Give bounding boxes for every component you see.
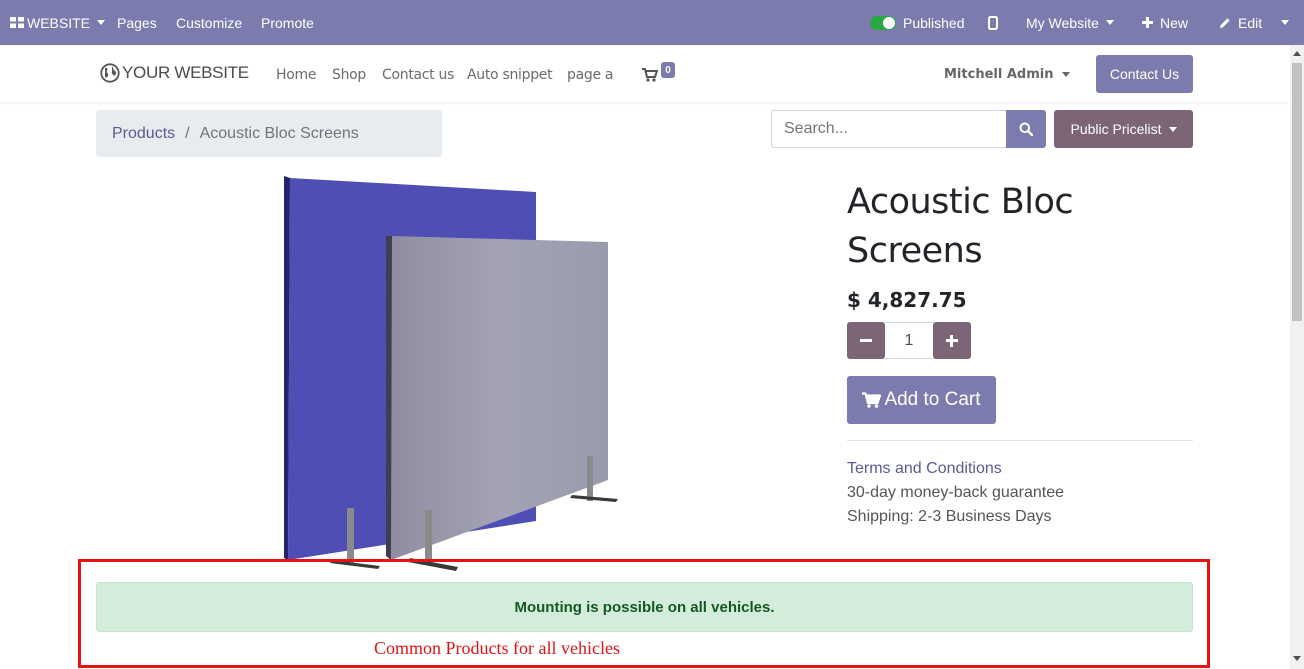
shipping-text: Shipping: 2-3 Business Days: [847, 508, 1052, 525]
site-header: YOUR WEBSITE Home Shop Contact us Auto s…: [0, 45, 1290, 102]
shopping-cart-icon: [642, 68, 658, 82]
breadcrumb: Products / Acoustic Bloc Screens: [96, 110, 442, 157]
pricelist-dropdown[interactable]: Public Pricelist: [1054, 110, 1193, 148]
nav-page-a[interactable]: page a: [567, 67, 614, 83]
user-name: Mitchell Admin: [944, 67, 1054, 82]
mobile-preview-button[interactable]: [988, 0, 998, 45]
product-title: Acoustic Bloc Screens: [847, 178, 1074, 276]
quantity-decrease-button[interactable]: [847, 322, 885, 359]
chevron-down-icon: [1281, 20, 1289, 25]
promote-label: Promote: [261, 14, 314, 31]
minus-icon: [860, 339, 872, 342]
contact-us-label: Contact Us: [1109, 66, 1180, 82]
annotation-caption: Common Products for all vehicles: [374, 638, 620, 658]
product-price: $ 4,827.75: [847, 288, 967, 312]
terms-link[interactable]: Terms and Conditions: [847, 460, 1002, 478]
customize-label: Customize: [176, 14, 243, 31]
new-label: New: [1160, 14, 1189, 31]
published-toggle[interactable]: Published: [870, 0, 965, 45]
app-menu-label: WEBSITE: [27, 14, 91, 31]
chevron-down-icon: [97, 20, 106, 25]
scrollbar-thumb[interactable]: [1292, 63, 1302, 321]
chevron-down-icon: [1168, 126, 1177, 132]
published-label: Published: [903, 14, 965, 31]
product-title-line1: Acoustic Bloc: [847, 182, 1074, 222]
quantity-input[interactable]: [885, 322, 933, 359]
app-menu-button[interactable]: WEBSITE: [10, 0, 106, 45]
site-selector[interactable]: My Website: [1026, 0, 1114, 45]
quantity-increase-button[interactable]: [933, 322, 971, 359]
contact-us-button[interactable]: Contact Us: [1096, 55, 1193, 93]
chevron-down-icon: [1062, 72, 1071, 77]
page-scrollbar[interactable]: [1290, 45, 1304, 669]
divider: [847, 440, 1193, 441]
nav-contact-us[interactable]: Contact us: [382, 67, 454, 83]
pages-label: Pages: [117, 14, 157, 31]
grid-icon: [10, 17, 24, 28]
search-group: [771, 110, 1046, 148]
breadcrumb-separator: /: [185, 124, 190, 142]
edit-button[interactable]: Edit: [1219, 0, 1262, 45]
nav-shop[interactable]: Shop: [332, 67, 366, 83]
breadcrumb-current: Acoustic Bloc Screens: [199, 124, 359, 142]
scroll-down-arrow-icon[interactable]: [1293, 656, 1301, 661]
search-button[interactable]: [1006, 110, 1046, 148]
product-title-line2: Screens: [847, 231, 983, 271]
scroll-up-arrow-icon[interactable]: [1293, 51, 1301, 56]
toggle-switch-icon: [870, 15, 896, 30]
user-menu[interactable]: Mitchell Admin: [944, 67, 1071, 82]
guarantee-text: 30-day money-back guarantee: [847, 484, 1065, 501]
customize-menu[interactable]: Customize: [176, 0, 242, 45]
pricelist-label: Public Pricelist: [1070, 121, 1162, 137]
product-image[interactable]: [270, 168, 630, 578]
breadcrumb-products-link[interactable]: Products: [112, 125, 175, 143]
site-selector-label: My Website: [1026, 14, 1099, 31]
mobile-icon: [988, 15, 998, 30]
shopping-cart-icon: [862, 392, 882, 408]
edit-dropdown-toggle[interactable]: [1281, 0, 1289, 45]
add-to-cart-label: Add to Cart: [884, 389, 981, 410]
logo-text: YOUR WEBSITE: [122, 63, 249, 82]
edit-label: Edit: [1238, 14, 1263, 31]
new-button[interactable]: New: [1142, 0, 1188, 45]
site-logo[interactable]: YOUR WEBSITE: [100, 63, 249, 83]
plus-icon: [1142, 17, 1153, 28]
search-icon: [1019, 122, 1033, 136]
chevron-down-icon: [1105, 20, 1114, 25]
pages-menu[interactable]: Pages: [117, 0, 157, 45]
cart-count-badge: 0: [661, 62, 675, 78]
vehicle-alert-message: Mounting is possible on all vehicles.: [514, 598, 775, 616]
pencil-icon: [1220, 17, 1230, 28]
globe-icon: [100, 63, 120, 83]
plus-icon-vertical: [950, 335, 953, 347]
nav-auto-snippet[interactable]: Auto snippet: [467, 67, 553, 83]
promote-menu[interactable]: Promote: [261, 0, 314, 45]
search-input[interactable]: [771, 110, 1007, 148]
nav-home[interactable]: Home: [276, 67, 316, 83]
admin-bar: WEBSITE Pages Customize Promote Publishe…: [0, 0, 1304, 45]
cart-link[interactable]: 0: [642, 62, 678, 84]
vehicle-alert: Mounting is possible on all vehicles.: [96, 582, 1193, 632]
add-to-cart-button[interactable]: Add to Cart: [847, 376, 996, 424]
